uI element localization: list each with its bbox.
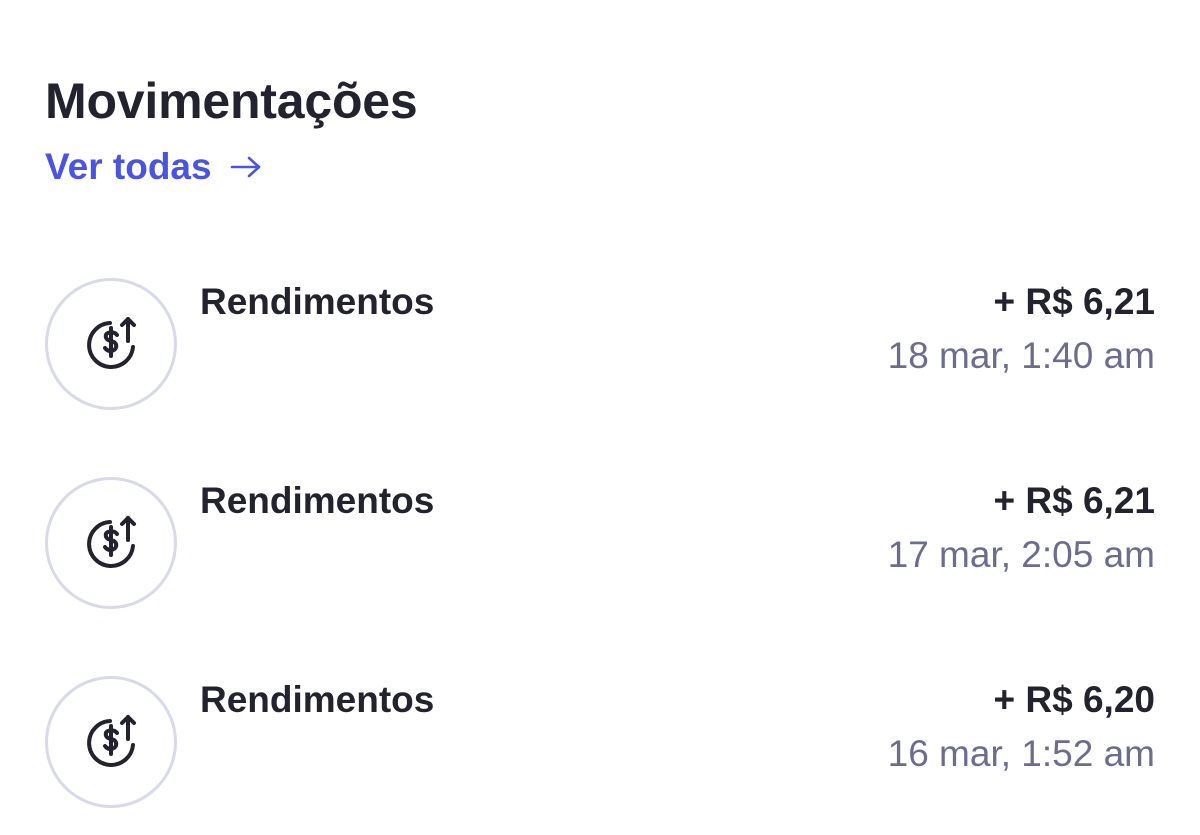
dollar-up-icon [87, 715, 136, 767]
transaction-label: Rendimentos [200, 480, 435, 521]
see-all-label: Ver todas [45, 146, 212, 187]
transaction-icon-circle [45, 477, 177, 609]
transaction-row[interactable]: Rendimentos + R$ 6,21 17 mar, 2:05 am [0, 477, 1200, 617]
dollar-up-icon [87, 317, 136, 369]
transaction-label: Rendimentos [200, 281, 435, 322]
transaction-date: 18 mar, 1:40 am [887, 335, 1155, 376]
transaction-label: Rendimentos [200, 679, 435, 720]
transaction-date: 17 mar, 2:05 am [887, 534, 1155, 575]
transaction-amount: + R$ 6,21 [993, 480, 1155, 521]
see-all-link[interactable]: Ver todas [45, 146, 262, 188]
transaction-row[interactable]: Rendimentos + R$ 6,20 16 mar, 1:52 am [0, 676, 1200, 816]
transaction-amount: + R$ 6,21 [993, 281, 1155, 322]
transaction-icon-circle [45, 278, 177, 410]
transaction-icon-circle [45, 676, 177, 808]
transaction-amount: + R$ 6,20 [993, 679, 1155, 720]
dollar-up-icon [87, 516, 136, 568]
section-title: Movimentações [45, 73, 418, 129]
transaction-row[interactable]: Rendimentos + R$ 6,21 18 mar, 1:40 am [0, 278, 1200, 418]
transaction-date: 16 mar, 1:52 am [887, 733, 1155, 774]
transactions-panel: Movimentações Ver todas Rendimentos + R$… [0, 0, 1200, 835]
arrow-right-icon [230, 156, 260, 178]
